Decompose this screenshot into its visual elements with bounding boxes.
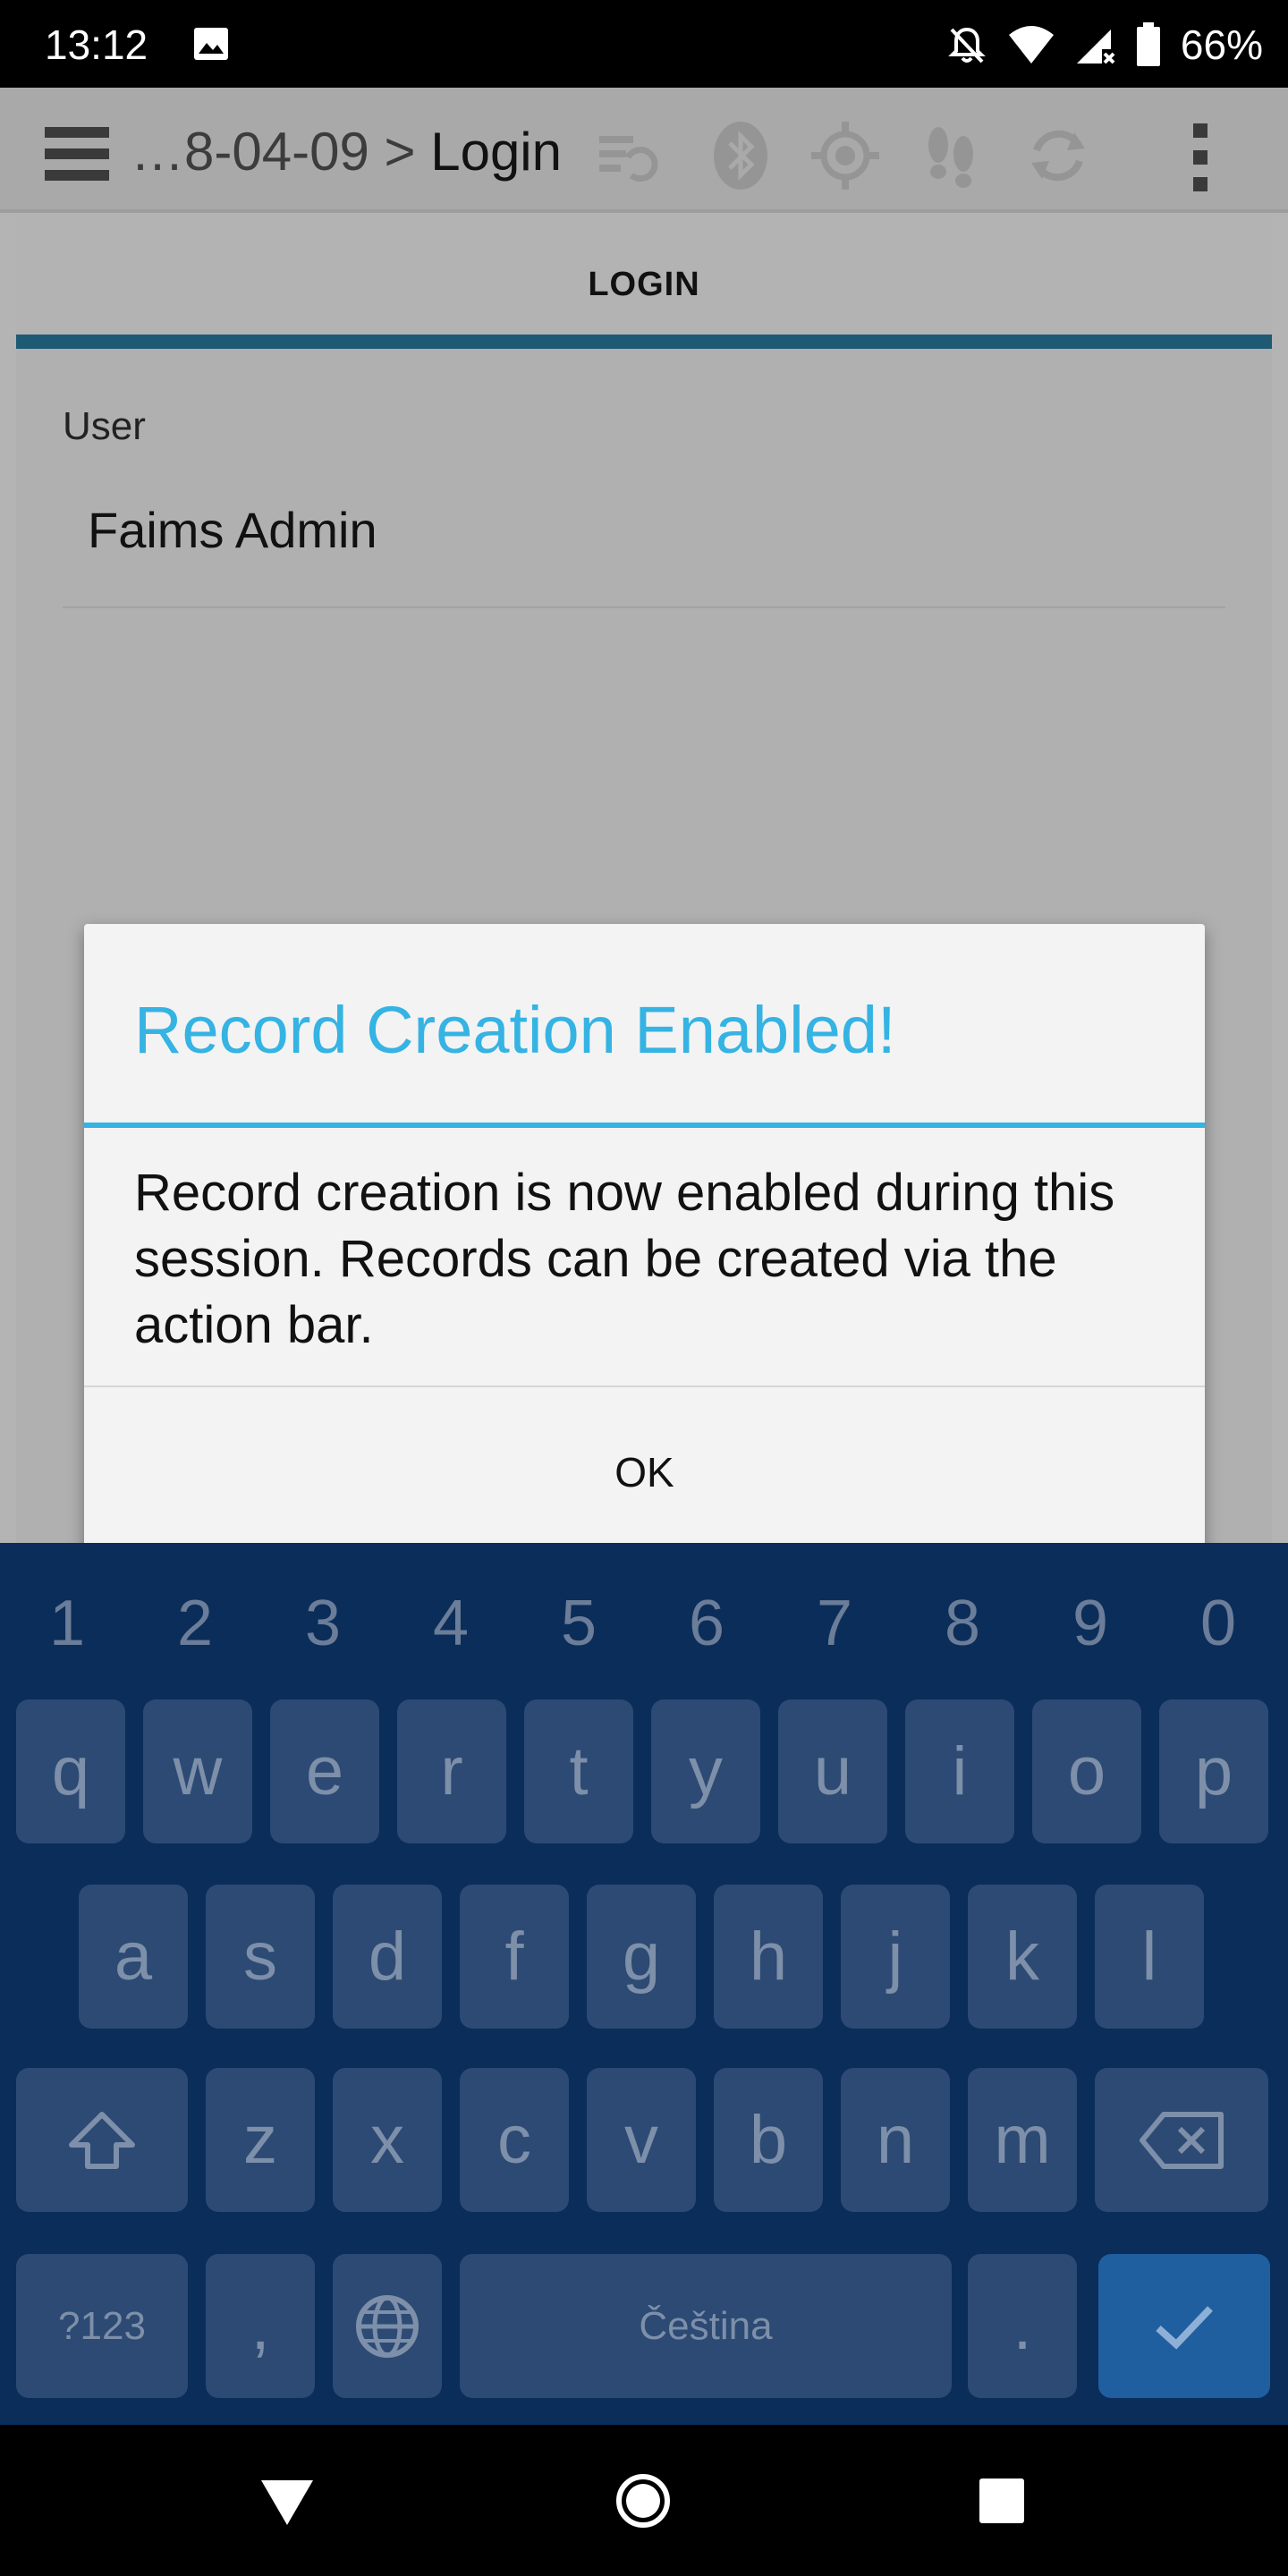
enter-key[interactable] <box>1098 2254 1270 2398</box>
key-h[interactable]: h <box>714 1885 823 2029</box>
key-f[interactable]: f <box>460 1885 569 2029</box>
dialog-message: Record creation is now enabled during th… <box>134 1164 1115 1354</box>
user-label: User <box>63 404 146 448</box>
app-bar: …8-04-09 > Login <box>0 88 1288 213</box>
key-y[interactable]: y <box>651 1699 760 1843</box>
key-n[interactable]: n <box>841 2068 950 2212</box>
period-key[interactable]: . <box>968 2254 1077 2398</box>
number-key[interactable]: 5 <box>534 1579 623 1668</box>
gallery-icon <box>194 28 228 60</box>
breadcrumb[interactable]: …8-04-09 > Login <box>131 120 562 184</box>
checkmark-icon <box>1156 2305 1213 2350</box>
breadcrumb-parent[interactable]: …8-04-09 <box>131 122 369 182</box>
key-r[interactable]: r <box>397 1699 506 1843</box>
key-m[interactable]: m <box>968 2068 1077 2212</box>
number-key[interactable]: 7 <box>790 1579 879 1668</box>
battery-percent: 66% <box>1180 21 1263 68</box>
number-key[interactable]: 8 <box>918 1579 1007 1668</box>
number-row: 1 2 3 4 5 6 7 8 9 0 <box>0 1579 1288 1668</box>
home-icon[interactable] <box>614 2471 673 2530</box>
backspace-icon <box>1140 2111 1224 2169</box>
number-key[interactable]: 0 <box>1174 1579 1263 1668</box>
key-q[interactable]: q <box>16 1699 125 1843</box>
key-s[interactable]: s <box>206 1885 315 2029</box>
comma-key[interactable]: , <box>206 2254 315 2398</box>
back-icon[interactable] <box>258 2471 317 2530</box>
tracking-icon[interactable] <box>915 120 987 191</box>
wifi-icon <box>1008 26 1054 64</box>
shift-key[interactable] <box>16 2068 188 2212</box>
key-u[interactable]: u <box>778 1699 887 1843</box>
key-g[interactable]: g <box>587 1885 696 2029</box>
key-d[interactable]: d <box>333 1885 442 2029</box>
user-select[interactable]: Faims Admin <box>88 501 377 559</box>
globe-icon <box>356 2294 419 2358</box>
battery-icon <box>1136 22 1160 66</box>
bluetooth-icon[interactable] <box>705 120 776 191</box>
ok-button[interactable]: OK <box>84 1387 1205 1556</box>
recents-icon[interactable] <box>972 2471 1031 2530</box>
number-key[interactable]: 9 <box>1046 1579 1135 1668</box>
key-i[interactable]: i <box>905 1699 1014 1843</box>
status-bar: 13:12 66% <box>0 0 1288 88</box>
key-x[interactable]: x <box>333 2068 442 2212</box>
key-v[interactable]: v <box>587 2068 696 2212</box>
tab-login[interactable]: LOGIN <box>16 266 1272 304</box>
status-icons: 66% <box>946 20 1263 70</box>
number-key[interactable]: 4 <box>406 1579 496 1668</box>
number-key[interactable]: 6 <box>662 1579 751 1668</box>
key-b[interactable]: b <box>714 2068 823 2212</box>
overflow-menu-icon[interactable] <box>1181 123 1220 191</box>
key-l[interactable]: l <box>1095 1885 1204 2029</box>
cell-signal-icon <box>1076 30 1115 64</box>
key-c[interactable]: c <box>460 2068 569 2212</box>
breadcrumb-current: Login <box>430 122 563 182</box>
sync-icon[interactable] <box>1022 120 1094 191</box>
key-a[interactable]: a <box>79 1885 188 2029</box>
breadcrumb-separator: > <box>384 122 416 182</box>
tab-bar: LOGIN <box>16 216 1272 349</box>
key-j[interactable]: j <box>841 1885 950 2029</box>
shift-icon <box>69 2111 135 2169</box>
backspace-key[interactable] <box>1095 2068 1268 2212</box>
menu-icon[interactable] <box>45 127 109 181</box>
number-key[interactable]: 1 <box>22 1579 112 1668</box>
tab-indicator <box>16 335 1272 349</box>
dialog-title-divider <box>84 1123 1205 1128</box>
status-time: 13:12 <box>45 21 148 68</box>
user-field-underline <box>63 606 1225 608</box>
key-z[interactable]: z <box>206 2068 315 2212</box>
symbols-key[interactable]: ?123 <box>16 2254 188 2398</box>
gps-icon[interactable] <box>809 120 881 191</box>
key-p[interactable]: p <box>1159 1699 1268 1843</box>
key-w[interactable]: w <box>143 1699 252 1843</box>
dialog-title: Record Creation Enabled! <box>134 993 896 1067</box>
soft-keyboard: 1 2 3 4 5 6 7 8 9 0 q w e r t y u i o p … <box>0 1543 1288 2425</box>
notifications-off-icon <box>948 27 986 64</box>
key-e[interactable]: e <box>270 1699 379 1843</box>
number-key[interactable]: 3 <box>278 1579 368 1668</box>
language-key[interactable] <box>333 2254 442 2398</box>
system-nav-bar <box>0 2425 1288 2576</box>
record-creation-dialog: Record Creation Enabled! Record creation… <box>84 924 1205 1556</box>
space-key[interactable]: Čeština <box>460 2254 952 2398</box>
key-k[interactable]: k <box>968 1885 1077 2029</box>
key-t[interactable]: t <box>524 1699 633 1843</box>
sync-status-icon[interactable] <box>592 120 664 191</box>
key-o[interactable]: o <box>1032 1699 1141 1843</box>
number-key[interactable]: 2 <box>150 1579 240 1668</box>
